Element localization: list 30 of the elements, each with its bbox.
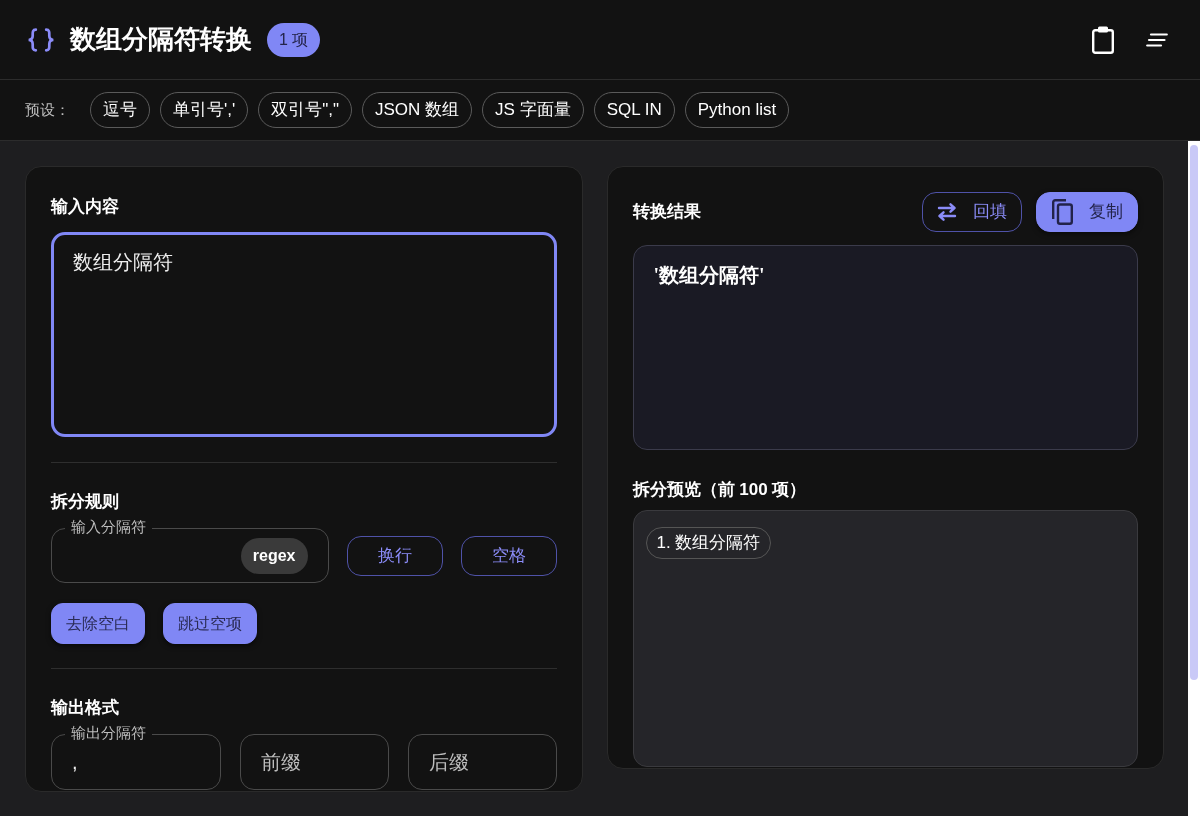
section-title: 输出格式 [51,697,119,719]
app-title: 数组分隔符转换 [70,23,252,56]
braces-icon [27,27,55,52]
swap-arrows-icon [937,203,957,221]
delimiter-preset-button[interactable]: 换行 [346,535,443,576]
count-badge: 1 项 [267,22,321,57]
section-title: 拆分预览（前 100 项） [632,479,807,501]
section-title: 拆分规则 [51,491,119,513]
option-toggle[interactable]: 去除空白 [51,603,145,644]
field-label: 输出分隔符 [65,723,152,743]
regex-toggle[interactable]: regex [240,537,308,574]
menu-button[interactable] [1146,32,1168,47]
input-textarea[interactable]: 数组分隔符 [51,232,557,437]
clipboard-icon [1092,25,1114,54]
section-title: 转换结果 [632,201,701,223]
scrollbar[interactable] [1188,141,1200,816]
prefix-field[interactable]: 前缀 [240,734,389,790]
delimiter-preset-button[interactable]: 空格 [460,535,557,576]
paste-button[interactable] [1092,25,1114,54]
copy-button[interactable]: 复制 [1036,192,1138,232]
presets-label: 预设： [25,99,70,120]
option-toggle[interactable]: 跳过空项 [163,603,257,644]
backfill-button[interactable]: 回填 [922,192,1022,232]
copy-icon [1051,199,1073,225]
result-output: '数组分隔符' [632,245,1138,450]
field-label: 输入分隔符 [65,517,152,537]
scrollbar-thumb[interactable] [1190,145,1198,680]
section-title: 输入内容 [51,196,119,218]
suffix-field[interactable]: 后缀 [407,734,557,790]
menu-icon [1146,32,1168,47]
